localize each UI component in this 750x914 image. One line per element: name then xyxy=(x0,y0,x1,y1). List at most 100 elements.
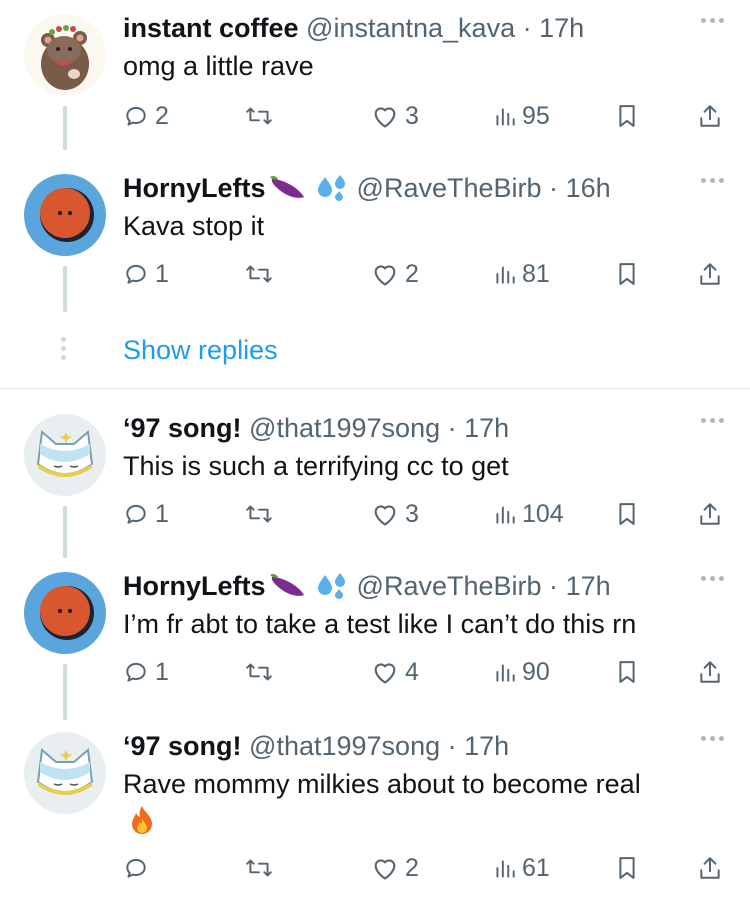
timestamp[interactable]: 16h xyxy=(566,173,611,203)
tweet-text: omg a little rave xyxy=(123,51,314,81)
more-icon[interactable] xyxy=(701,178,724,183)
reply-count: 1 xyxy=(155,657,169,686)
tweet-text: Rave mommy milkies about to become real xyxy=(123,769,641,799)
view-count: 104 xyxy=(522,499,564,528)
heart-icon xyxy=(374,505,396,526)
action-bar: 1 2 81 xyxy=(0,257,750,291)
reply-button[interactable]: 1 xyxy=(123,655,169,689)
like-button[interactable]: 3 xyxy=(371,497,419,531)
reply-icon xyxy=(126,504,146,524)
share-icon xyxy=(700,503,720,525)
more-icon[interactable] xyxy=(701,18,724,23)
separator-dot: · xyxy=(447,731,457,761)
avatar[interactable] xyxy=(24,732,106,814)
divider xyxy=(0,388,750,389)
display-name[interactable]: ‘97 song! xyxy=(123,731,242,761)
display-name[interactable]: instant coffee xyxy=(123,13,299,43)
bookmark-button[interactable] xyxy=(616,257,638,291)
retweet-button[interactable] xyxy=(244,99,274,133)
reply-button[interactable]: 1 xyxy=(123,497,169,531)
like-button[interactable]: 3 xyxy=(371,99,419,133)
timestamp[interactable]: 17h xyxy=(464,413,509,443)
share-button[interactable] xyxy=(697,497,723,531)
action-bar: 1 4 90 xyxy=(0,655,750,689)
display-name[interactable]: HornyLefts xyxy=(123,173,349,203)
user-handle[interactable]: @that1997song xyxy=(249,413,440,443)
tweet[interactable]: HornyLefts @RaveTheBirb · 17h I’m fr abt… xyxy=(0,558,750,720)
user-handle[interactable]: @RaveTheBirb xyxy=(357,173,542,203)
views-button[interactable]: 104 xyxy=(494,497,564,531)
reply-button[interactable]: 1 xyxy=(123,257,169,291)
bookmark-button[interactable] xyxy=(616,655,638,689)
timestamp[interactable]: 17h xyxy=(566,571,611,601)
retweet-icon xyxy=(246,107,272,125)
share-icon xyxy=(700,263,720,285)
reply-button[interactable]: 2 xyxy=(123,99,169,133)
like-button[interactable]: 2 xyxy=(371,257,419,291)
retweet-button[interactable] xyxy=(244,851,274,885)
share-button[interactable] xyxy=(697,257,723,291)
display-name[interactable]: HornyLefts xyxy=(123,571,349,601)
fire-emoji-icon xyxy=(126,804,158,841)
bookmark-icon xyxy=(619,503,635,525)
share-icon xyxy=(700,105,720,127)
show-replies-link[interactable]: Show replies xyxy=(123,333,278,367)
tweet-header: instant coffee @instantna_kava · 17h xyxy=(123,12,584,44)
share-icon xyxy=(700,661,720,683)
user-handle[interactable]: @RaveTheBirb xyxy=(357,571,542,601)
retweet-icon xyxy=(246,663,272,681)
bookmark-icon xyxy=(619,105,635,127)
separator-dot: · xyxy=(447,413,457,443)
timestamp[interactable]: 17h xyxy=(464,731,509,761)
tweet[interactable]: HornyLefts @RaveTheBirb · 16h Kava stop … xyxy=(0,160,750,312)
heart-icon xyxy=(374,663,396,684)
avatar[interactable] xyxy=(24,414,106,496)
display-name[interactable]: ‘97 song! xyxy=(123,413,242,443)
tweet-text: Kava stop it xyxy=(123,211,265,241)
share-button[interactable] xyxy=(697,851,723,885)
like-button[interactable]: 4 xyxy=(371,655,419,689)
avatar[interactable] xyxy=(24,14,106,96)
retweet-icon xyxy=(246,859,272,877)
avatar[interactable] xyxy=(24,174,106,256)
separator-dot: · xyxy=(522,13,532,43)
views-button[interactable]: 95 xyxy=(494,99,550,133)
more-icon[interactable] xyxy=(701,418,724,423)
more-icon[interactable] xyxy=(701,576,724,581)
bookmark-button[interactable] xyxy=(616,851,638,885)
tweet-header: HornyLefts @RaveTheBirb · 17h xyxy=(123,570,611,606)
retweet-button[interactable] xyxy=(244,497,274,531)
bookmark-button[interactable] xyxy=(616,497,638,531)
views-button[interactable]: 61 xyxy=(494,851,550,885)
views-icon xyxy=(496,506,515,524)
user-handle[interactable]: @that1997song xyxy=(249,731,440,761)
views-button[interactable]: 90 xyxy=(494,655,550,689)
heart-icon xyxy=(374,859,396,880)
heart-icon xyxy=(374,107,396,128)
like-button[interactable]: 2 xyxy=(371,851,419,885)
reply-count: 1 xyxy=(155,499,169,528)
more-icon[interactable] xyxy=(701,736,724,741)
bookmark-icon xyxy=(619,857,635,879)
user-handle[interactable]: @instantna_kava xyxy=(306,13,515,43)
tweet[interactable]: ‘97 song! @that1997song · 17h Rave mommy… xyxy=(0,718,750,914)
reply-button[interactable] xyxy=(123,851,155,885)
bookmark-icon xyxy=(619,661,635,683)
timestamp[interactable]: 17h xyxy=(539,13,584,43)
like-count: 2 xyxy=(405,853,419,882)
retweet-button[interactable] xyxy=(244,655,274,689)
share-button[interactable] xyxy=(697,99,723,133)
tweet-text: I’m fr abt to take a test like I can’t d… xyxy=(123,609,637,639)
views-button[interactable]: 81 xyxy=(494,257,550,291)
bookmark-button[interactable] xyxy=(616,99,638,133)
separator-dot: · xyxy=(549,173,559,203)
retweet-button[interactable] xyxy=(244,257,274,291)
tweet[interactable]: instant coffee @instantna_kava · 17h omg… xyxy=(0,0,750,150)
views-icon xyxy=(496,108,515,126)
reply-count: 1 xyxy=(155,259,169,288)
tweet[interactable]: ‘97 song! @that1997song · 17h This is su… xyxy=(0,400,750,558)
share-button[interactable] xyxy=(697,655,723,689)
action-bar: 2 61 xyxy=(0,851,750,885)
views-icon xyxy=(496,860,515,878)
avatar[interactable] xyxy=(24,572,106,654)
